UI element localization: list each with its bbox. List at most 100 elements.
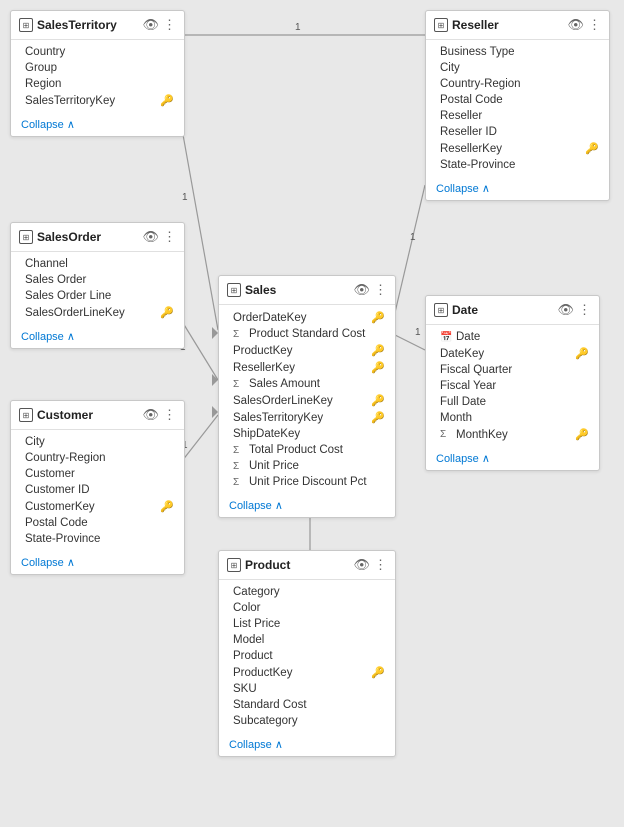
field-orderdatekey: OrderDateKey 🔑 [219,309,395,326]
field-customerkey: CustomerKey 🔑 [11,498,184,515]
sales-eye-icon[interactable]: 👁 [353,282,370,298]
reseller-title: Reseller [452,18,563,32]
field-productstandardcost: Σ Product Standard Cost [219,326,395,342]
product-fields: Category Color List Price Model Product … [219,580,395,733]
field-unitprice: Σ Unit Price [219,458,395,474]
field-product: Product [219,648,395,664]
product-eye-icon[interactable]: 👁 [353,557,370,573]
sales-more-icon[interactable]: ⋮ [374,282,387,298]
salesterritory-actions[interactable]: 👁 ⋮ [142,17,176,33]
reseller-more-icon[interactable]: ⋮ [588,17,601,33]
sigma-icon-5: Σ [233,477,245,488]
product-more-icon[interactable]: ⋮ [374,557,387,573]
salesorder-more-icon[interactable]: ⋮ [163,229,176,245]
reseller-icon: ⊞ [434,18,448,32]
field-resellerkey-sales: ResellerKey 🔑 [219,359,395,376]
field-date: 📅 Date [426,329,599,345]
date-title: Date [452,303,553,317]
product-icon: ⊞ [227,558,241,572]
key-icon-5: 🔑 [371,311,385,324]
sales-header: ⊞ Sales 👁 ⋮ [219,276,395,305]
salesorder-collapse[interactable]: Collapse ∧ [11,325,184,348]
product-collapse[interactable]: Collapse ∧ [219,733,395,756]
customer-title: Customer [37,408,138,422]
salesterritory-header: ⊞ SalesTerritory 👁 ⋮ [11,11,184,40]
field-productkey-product: ProductKey 🔑 [219,664,395,681]
customer-collapse[interactable]: Collapse ∧ [11,551,184,574]
salesterritory-fields: Country Group Region SalesTerritoryKey 🔑 [11,40,184,113]
field-category: Category [219,584,395,600]
table-date: ⊞ Date 👁 ⋮ 📅 Date DateKey 🔑 Fiscal Quart… [425,295,600,471]
key-icon-3: 🔑 [160,500,174,513]
customer-more-icon[interactable]: ⋮ [163,407,176,423]
diagram-canvas: 1 1 1 1 1 1 1 1 [0,0,624,827]
salesterritory-icon: ⊞ [19,18,33,32]
field-color: Color [219,600,395,616]
field-salesterritorykey: SalesTerritoryKey 🔑 [11,92,184,109]
product-actions[interactable]: 👁 ⋮ [353,557,387,573]
svg-text:1: 1 [415,327,421,338]
field-reseller-city: City [426,60,609,76]
sigma-icon-6: Σ [440,429,452,440]
reseller-header: ⊞ Reseller 👁 ⋮ [426,11,609,40]
field-resellerid: Reseller ID [426,124,609,140]
table-product: ⊞ Product 👁 ⋮ Category Color List Price … [218,550,396,757]
date-actions[interactable]: 👁 ⋮ [557,302,591,318]
field-customer: Customer [11,466,184,482]
field-reseller-postal: Postal Code [426,92,609,108]
field-reseller: Reseller [426,108,609,124]
field-businesstype: Business Type [426,44,609,60]
salesterritory-collapse[interactable]: Collapse ∧ [11,113,184,136]
salesorder-title: SalesOrder [37,230,138,244]
product-header: ⊞ Product 👁 ⋮ [219,551,395,580]
field-country-region: Country-Region [11,450,184,466]
salesorder-fields: Channel Sales Order Sales Order Line Sal… [11,252,184,325]
date-eye-icon[interactable]: 👁 [557,302,574,318]
sigma-icon-3: Σ [233,445,245,456]
field-productkey: ProductKey 🔑 [219,342,395,359]
field-fiscalyear: Fiscal Year [426,378,599,394]
salesterritory-more-icon[interactable]: ⋮ [163,17,176,33]
key-icon-7: 🔑 [371,361,385,374]
key-icon: 🔑 [160,94,174,107]
sales-collapse[interactable]: Collapse ∧ [219,494,395,517]
key-icon-12: 🔑 [371,666,385,679]
salesorder-eye-icon[interactable]: 👁 [142,229,159,245]
sales-icon: ⊞ [227,283,241,297]
reseller-actions[interactable]: 👁 ⋮ [567,17,601,33]
sales-title: Sales [245,283,349,297]
salesorder-actions[interactable]: 👁 ⋮ [142,229,176,245]
salesterritory-eye-icon[interactable]: 👁 [142,17,159,33]
sales-fields: OrderDateKey 🔑 Σ Product Standard Cost P… [219,305,395,494]
sigma-icon-2: Σ [233,379,245,390]
customer-eye-icon[interactable]: 👁 [142,407,159,423]
field-stateprovince: State-Province [11,531,184,547]
field-city: City [11,434,184,450]
field-datekey: DateKey 🔑 [426,345,599,362]
field-sku: SKU [219,681,395,697]
sales-actions[interactable]: 👁 ⋮ [353,282,387,298]
field-salesamount: Σ Sales Amount [219,376,395,392]
reseller-fields: Business Type City Country-Region Postal… [426,40,609,177]
customer-fields: City Country-Region Customer Customer ID… [11,430,184,551]
date-icon: ⊞ [434,303,448,317]
customer-actions[interactable]: 👁 ⋮ [142,407,176,423]
salesorder-icon: ⊞ [19,230,33,244]
sigma-icon-4: Σ [233,461,245,472]
date-collapse[interactable]: Collapse ∧ [426,447,599,470]
svg-text:1: 1 [410,232,416,243]
date-more-icon[interactable]: ⋮ [578,302,591,318]
key-icon-4: 🔑 [585,142,599,155]
field-salesterritorykey-sales: SalesTerritoryKey 🔑 [219,409,395,426]
reseller-eye-icon[interactable]: 👁 [567,17,584,33]
reseller-collapse[interactable]: Collapse ∧ [426,177,609,200]
customer-icon: ⊞ [19,408,33,422]
field-unitpricediscountpct: Σ Unit Price Discount Pct [219,474,395,490]
sigma-icon-1: Σ [233,329,245,340]
field-customerid: Customer ID [11,482,184,498]
field-salesorder: Sales Order [11,272,184,288]
key-icon-11: 🔑 [575,428,589,441]
key-icon-8: 🔑 [371,394,385,407]
field-resellerkey: ResellerKey 🔑 [426,140,609,157]
svg-text:1: 1 [295,22,301,33]
